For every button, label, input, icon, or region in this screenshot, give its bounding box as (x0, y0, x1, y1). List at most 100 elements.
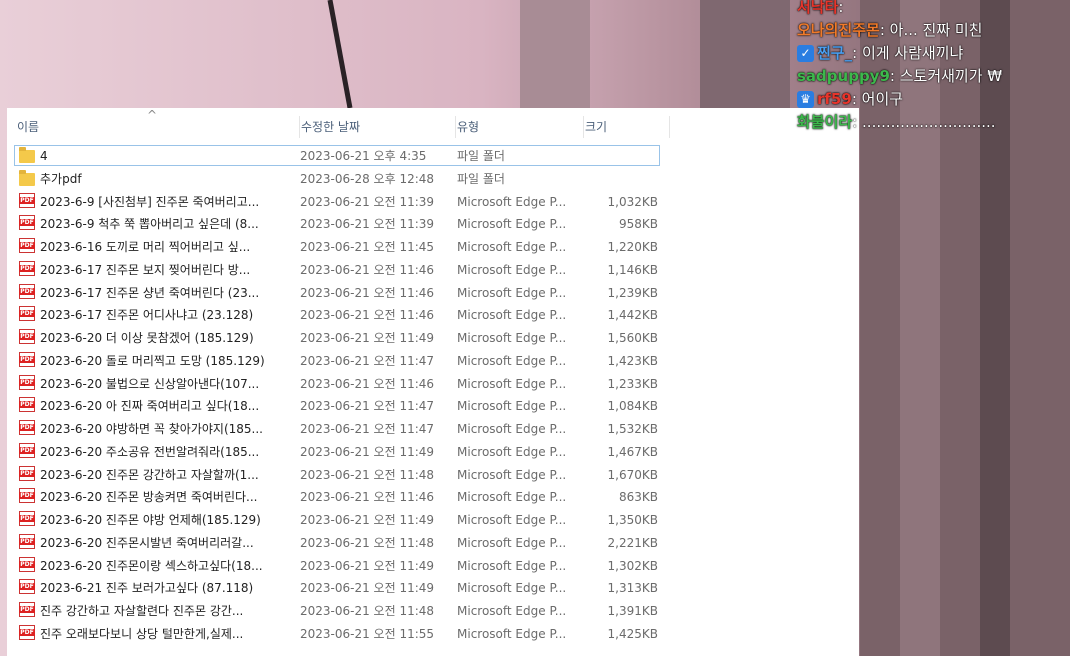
column-header-name[interactable]: 이름 (11, 116, 300, 138)
file-row[interactable]: PDF 2023-6-20 진주몬 방송켜면 죽여버린다... 2023-06-21… (7, 486, 859, 509)
file-icon-cell: PDF (19, 600, 37, 623)
file-row[interactable]: PDF 2023-6-20 진주몬 강간하고 자살할까(1... 2023-06-2… (7, 464, 859, 487)
file-date-modified: 2023-06-21 오전 11:55 (300, 626, 435, 641)
file-name: 2023-6-20 진주몬 방송켜면 죽여버린다... (40, 490, 258, 505)
file-row[interactable]: PDF 2023-6-17 진주몬 어디사냐고 (23.128) 2023-06-2… (7, 304, 859, 327)
chat-username[interactable]: sadpuppy9 (797, 67, 890, 85)
file-date-modified: 2023-06-21 오전 11:49 (300, 581, 435, 596)
file-date-modified: 2023-06-21 오전 11:48 (300, 535, 435, 550)
chat-username[interactable]: rf59 (817, 90, 852, 108)
file-type: Microsoft Edge P... (457, 240, 567, 254)
file-type: Microsoft Edge P... (457, 626, 567, 641)
file-name: 4 (40, 149, 48, 163)
file-size: 1,146KB (607, 262, 658, 277)
stream-chat-overlay: 서낙타: 오나의진주몬: 아... 진짜 미친 ✓ 찐구_: 이게 사람새끼냐 sad… (797, 0, 1070, 134)
pdf-icon-label: PDF (19, 446, 35, 454)
pdf-icon: PDF (19, 624, 35, 640)
file-name: 2023-6-20 야방하면 꼭 찾아가야지(185... (40, 422, 263, 436)
pdf-icon: PDF (19, 556, 35, 572)
file-icon-cell: PDF (19, 418, 37, 441)
file-type: Microsoft Edge P... (457, 194, 567, 209)
pdf-icon: PDF (19, 533, 35, 549)
chat-username[interactable]: 서낙타 (797, 0, 838, 16)
file-icon-cell: PDF (19, 259, 37, 282)
file-size: 1,423KB (607, 353, 658, 368)
file-name: 2023-6-21 진주 보러가고싶다 (87.118) (40, 581, 254, 596)
chat-text: 스토커새끼가 ₩ (899, 67, 1003, 85)
file-type: Microsoft Edge P... (457, 604, 567, 618)
file-size: 1,425KB (607, 626, 658, 641)
file-row[interactable]: PDF 2023-6-20 아 진짜 죽여버리고 싶다(18... 2023-06-… (7, 395, 859, 418)
file-type: Microsoft Edge P... (457, 217, 567, 232)
file-icon-cell: PDF (19, 282, 37, 305)
file-row[interactable]: PDF 2023-6-17 진주몬 샹년 죽여버린다 (23... 2023-06-… (7, 282, 859, 305)
chat-username[interactable]: 화불이라 (797, 113, 852, 131)
file-type: Microsoft Edge P... (457, 535, 567, 550)
column-header-type[interactable]: 유형 (451, 116, 584, 138)
file-row[interactable]: PDF 진주 오래보다보니 상당 털만한게,실제... 2023-06-21 오전 … (7, 623, 859, 646)
file-row[interactable]: PDF 진주 강간하고 자살할련다 진주몬 강간... 2023-06-21 오전 … (7, 600, 859, 623)
file-date-modified: 2023-06-21 오전 11:45 (300, 240, 435, 254)
file-type: Microsoft Edge P... (457, 353, 567, 368)
file-size: 1,032KB (607, 194, 658, 209)
file-type: 파일 폴더 (457, 149, 505, 163)
column-header-size[interactable]: 크기 (579, 116, 670, 138)
file-name: 추가pdf (40, 171, 82, 186)
column-header-date-modified[interactable]: 수정한 날짜 (295, 116, 456, 138)
pdf-icon: PDF (19, 329, 35, 344)
file-date-modified: 2023-06-21 오전 11:48 (300, 604, 435, 618)
file-date-modified: 2023-06-21 오전 11:39 (300, 217, 435, 232)
file-icon-cell: PDF (19, 304, 37, 327)
file-type: Microsoft Edge P... (457, 422, 567, 436)
file-row[interactable]: PDF 2023-6-9 척추 쭉 뽑아버리고 싶은데 (8... 2023-06-… (7, 213, 859, 236)
file-row[interactable]: PDF 2023-6-20 주소공유 전번알려줘라(185... 2023-06-2… (7, 441, 859, 464)
file-row[interactable]: PDF 2023-6-21 진주 보러가고싶다 (87.118) 2023-06-2… (7, 577, 859, 600)
file-icon-cell: PDF (19, 327, 37, 350)
file-name: 2023-6-9 [사진첨부] 진주몬 죽여버리고... (40, 194, 260, 209)
file-size: 1,239KB (607, 285, 658, 300)
file-type: Microsoft Edge P... (457, 308, 567, 323)
file-icon-cell: PDF (19, 509, 37, 532)
file-name: 2023-6-20 주소공유 전번알려줘라(185... (40, 444, 260, 459)
file-size: 1,302KB (607, 558, 658, 573)
chat-text: 이게 사람새끼냐 (861, 44, 964, 62)
chat-text: 아... 진짜 미친 (889, 21, 983, 39)
check-badge-icon: ✓ (797, 45, 814, 62)
file-type: Microsoft Edge P... (457, 285, 567, 300)
file-row[interactable]: PDF 2023-6-20 진주몬시발년 죽여버리러갈... 2023-06-21 … (7, 532, 859, 555)
file-date-modified: 2023-06-21 오전 11:47 (300, 422, 435, 436)
pdf-icon-label: PDF (19, 469, 35, 477)
pdf-icon: PDF (19, 238, 35, 253)
file-row[interactable]: PDF 2023-6-20 진주몬 야방 언제해(185.129) 2023-06-… (7, 509, 859, 532)
pdf-icon: PDF (19, 192, 35, 208)
pdf-icon: PDF (19, 465, 35, 481)
file-row[interactable]: PDF 2023-6-16 도끼로 머리 찍어버리고 싶... 2023-06-21… (7, 236, 859, 259)
pdf-icon-label: PDF (19, 537, 35, 545)
chat-username[interactable]: 찐구_ (817, 44, 852, 62)
file-date-modified: 2023-06-21 오전 11:46 (300, 308, 435, 323)
file-type: Microsoft Edge P... (457, 558, 567, 573)
file-icon-cell: PDF (19, 623, 37, 646)
file-row[interactable]: PDF 2023-6-17 진주몬 보지 찢어버린다 방... 2023-06-21… (7, 259, 859, 282)
file-size: 1,313KB (607, 581, 658, 596)
file-size: 2,221KB (607, 535, 658, 550)
file-icon-cell: PDF (19, 577, 37, 600)
file-row[interactable]: 4 2023-06-21 오후 4:35 파일 폴더 (7, 145, 859, 168)
file-name: 2023-6-9 척추 쭉 뽑아버리고 싶은데 (8... (40, 217, 259, 232)
file-row[interactable]: PDF 2023-6-20 야방하면 꼭 찾아가야지(185... 2023-06-… (7, 418, 859, 441)
file-size: 1,532KB (607, 422, 658, 436)
pdf-icon-label: PDF (19, 355, 35, 363)
file-row[interactable]: PDF 2023-6-20 돌로 머리찍고 도망 (185.129) 2023-06… (7, 350, 859, 373)
chat-text: 어이구 (861, 90, 904, 108)
file-row[interactable]: 추가pdf 2023-06-28 오후 12:48 파일 폴더 (7, 168, 859, 191)
file-icon-cell: PDF (19, 532, 37, 555)
file-row[interactable]: PDF 2023-6-20 진주몬이랑 섹스하고싶다(18... 2023-06-2… (7, 555, 859, 578)
chat-username[interactable]: 오나의진주몬 (797, 21, 880, 39)
file-date-modified: 2023-06-21 오전 11:49 (300, 513, 435, 527)
file-row[interactable]: PDF 2023-6-20 더 이상 못참겠어 (185.129) 2023-06-… (7, 327, 859, 350)
file-row[interactable]: PDF 2023-6-9 [사진첨부] 진주몬 죽여버리고... 2023-06-2… (7, 191, 859, 214)
file-row[interactable]: PDF 2023-6-20 불법으로 신상알아낸다(107... 2023-06-2… (7, 373, 859, 396)
pdf-icon-label: PDF (19, 628, 35, 636)
file-name: 2023-6-20 진주몬 야방 언제해(185.129) (40, 513, 261, 527)
crown-badge-icon: ♛ (797, 91, 814, 108)
